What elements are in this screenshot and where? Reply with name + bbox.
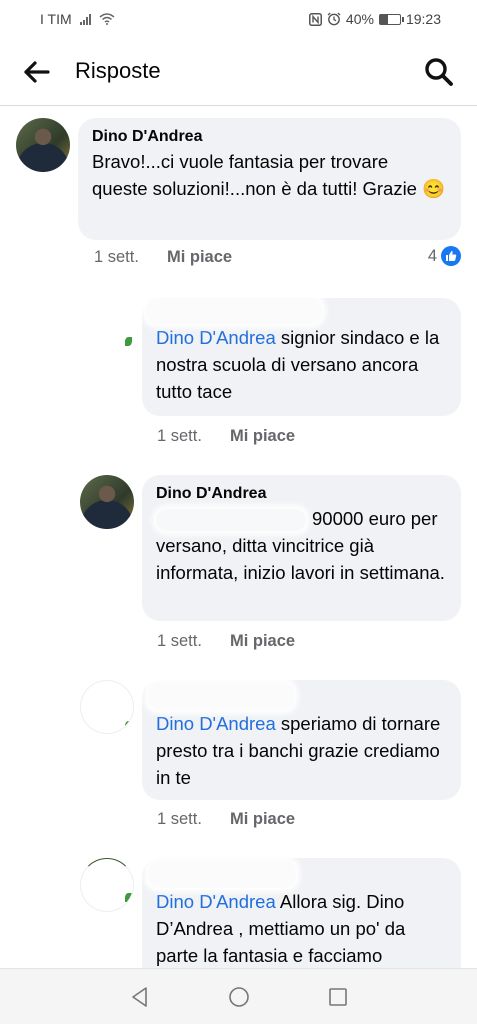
clock: 19:23 <box>405 11 441 27</box>
back-button[interactable] <box>22 58 52 86</box>
comment-text: Dino D'Andrea speriamo di tornare presto… <box>156 710 447 791</box>
comment-time[interactable]: 1 sett. <box>157 427 202 446</box>
status-right: 40% 19:23 <box>308 11 441 27</box>
avatar[interactable] <box>80 680 134 734</box>
comment-author[interactable]: Dino D'Andrea <box>156 483 447 505</box>
comment-time[interactable]: 1 sett. <box>157 632 202 651</box>
avatar[interactable] <box>80 858 134 912</box>
battery-fill <box>379 14 388 24</box>
redacted-author <box>146 298 322 324</box>
likes-number: 4 <box>427 246 437 265</box>
comment-meta: 1 sett. Mi piace <box>157 632 295 651</box>
status-bar: I TIM 40% 19:23 <box>0 0 477 38</box>
header: Risposte <box>0 38 477 106</box>
comment-text: Dino D'Andrea signior sindaco e la nostr… <box>156 324 447 405</box>
avatar[interactable] <box>80 475 134 529</box>
mention-link[interactable]: Dino D'Andrea <box>156 891 276 912</box>
avatar[interactable] <box>16 118 70 172</box>
mention-link[interactable]: Dino D'Andrea <box>156 327 276 348</box>
status-left: I TIM <box>40 11 115 27</box>
comment-bubble[interactable]: Dino D'Andrea speriamo di tornare presto… <box>142 680 461 800</box>
arrow-left-icon <box>24 61 50 83</box>
comment-text: Bravo!...ci vuole fantasia per trovare q… <box>92 151 446 199</box>
signal-icon <box>79 13 91 25</box>
carrier-label: I TIM <box>40 11 72 27</box>
search-button[interactable] <box>423 56 455 88</box>
comment-time[interactable]: 1 sett. <box>157 810 202 829</box>
system-nav-bar <box>0 968 477 1024</box>
triangle-back-icon[interactable] <box>128 985 152 1009</box>
mention-link[interactable]: Dino D'Andrea <box>156 713 276 734</box>
circle-home-icon[interactable] <box>227 985 251 1009</box>
comment-bubble[interactable]: Dino D'Andrea signior sindaco e la nostr… <box>142 298 461 416</box>
thumbs-up-icon <box>441 246 461 266</box>
comment-text: Dino D'Andrea Allora sig. Dino D’Andrea … <box>156 888 447 969</box>
comment-author[interactable]: Dino D'Andrea <box>92 126 447 148</box>
comment-meta: 1 sett. Mi piace <box>94 248 232 267</box>
redacted-author <box>148 682 294 710</box>
nfc-icon <box>308 12 322 26</box>
like-button[interactable]: Mi piace <box>230 810 295 829</box>
likes-count[interactable]: 4 <box>428 246 461 266</box>
battery-percent: 40% <box>345 11 374 27</box>
avatar[interactable] <box>80 308 134 362</box>
page-title: Risposte <box>75 58 161 83</box>
square-recent-icon[interactable] <box>326 985 350 1009</box>
battery-icon <box>378 13 404 25</box>
comment-time[interactable]: 1 sett. <box>94 248 139 267</box>
alarm-icon <box>327 12 341 26</box>
like-button[interactable]: Mi piace <box>230 427 295 446</box>
wifi-icon <box>99 13 115 25</box>
comment-bubble[interactable]: Dino D'Andrea 90000 euro per versano, di… <box>142 475 461 621</box>
search-icon <box>425 58 453 86</box>
like-button[interactable]: Mi piace <box>167 248 232 267</box>
comment-meta: 1 sett. Mi piace <box>157 427 295 446</box>
comment-text: 90000 euro per versano, ditta vincitrice… <box>156 505 447 586</box>
comment-bubble[interactable]: Dino D'Andrea Bravo!...ci vuole fantasia… <box>78 118 461 240</box>
comment-meta: 1 sett. Mi piace <box>157 810 295 829</box>
redacted-text <box>156 509 306 532</box>
redacted-author <box>148 860 296 888</box>
like-button[interactable]: Mi piace <box>230 632 295 651</box>
